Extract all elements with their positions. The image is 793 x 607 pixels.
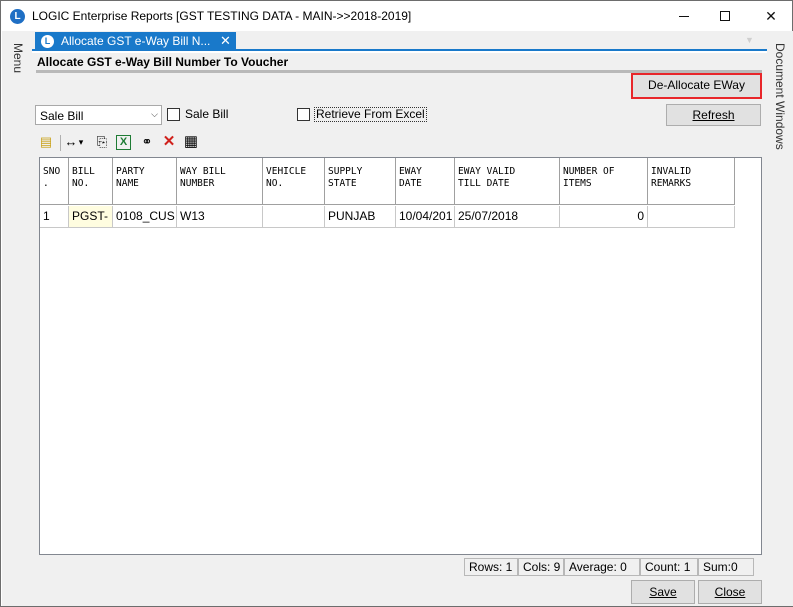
chevron-down-icon: ⌵ — [151, 109, 158, 119]
table-cell[interactable]: 25/07/2018 — [455, 206, 560, 227]
status-count: Count: 1 — [640, 558, 698, 576]
table-cell[interactable]: PGST- — [69, 206, 113, 227]
table-cell[interactable] — [263, 206, 325, 227]
tab-label: Allocate GST e-Way Bill N... — [61, 34, 211, 48]
column-header[interactable]: BILL NO. — [69, 158, 113, 205]
find-icon[interactable]: ⚭ — [138, 133, 156, 151]
table-cell[interactable]: 0108_CUS — [113, 206, 177, 227]
window-title: LOGIC Enterprise Reports [GST TESTING DA… — [32, 9, 412, 23]
maximize-button[interactable] — [702, 1, 748, 31]
table-cell[interactable]: 10/04/201 — [396, 206, 455, 227]
tab-list-dropdown-icon[interactable]: ▼ — [745, 35, 754, 45]
table-row[interactable]: 1 PGST- 0108_CUS W13 PUNJAB 10/04/201 25/07/20… — [40, 206, 735, 228]
table-cell[interactable] — [648, 206, 735, 227]
document-tab-strip: L Allocate GST e-Way Bill N... ✕ ▼ — [32, 31, 767, 51]
retrieve-from-excel-checkbox[interactable] — [297, 108, 310, 121]
close-window-button[interactable]: ✕ — [748, 1, 793, 31]
column-header[interactable]: NUMBER OF ITEMS — [560, 158, 648, 205]
document-windows-panel[interactable]: Document Windows — [767, 31, 793, 606]
grid-header: SNO . BILL NO. PARTY NAME WAY BILL NUMBER VE… — [40, 158, 735, 205]
side-menu-label: Menu — [11, 43, 25, 74]
table-cell[interactable]: 1 — [40, 206, 69, 227]
maximize-icon — [720, 11, 730, 21]
status-sum: Sum:0 — [698, 558, 754, 576]
sale-bill-checkbox[interactable] — [167, 108, 180, 121]
table-cell[interactable]: 0 — [560, 206, 648, 227]
save-button-label: Save — [649, 585, 677, 599]
grid-icon[interactable]: ▦ — [182, 133, 200, 151]
status-cols: Cols: 9 — [518, 558, 564, 576]
refresh-button-label: Refresh — [692, 108, 735, 122]
column-width-dropdown-icon[interactable]: ▾ — [77, 133, 85, 151]
voucher-type-value: Sale Bill — [40, 109, 84, 123]
table-cell[interactable]: W13 — [177, 206, 263, 227]
de-allocate-eway-button[interactable]: De-Allocate EWay — [631, 73, 762, 99]
minimize-icon — [679, 16, 689, 17]
note-icon[interactable]: ▤ — [37, 133, 55, 151]
column-header[interactable]: SUPPLY STATE — [325, 158, 396, 205]
tab-allocate-eway-bill[interactable]: L Allocate GST e-Way Bill N... ✕ — [35, 32, 236, 51]
close-icon: ✕ — [765, 8, 777, 24]
voucher-grid[interactable]: SNO . BILL NO. PARTY NAME WAY BILL NUMBER VE… — [39, 157, 762, 555]
refresh-button[interactable]: Refresh — [666, 104, 761, 126]
form-title: Allocate GST e-Way Bill Number To Vouche… — [37, 55, 289, 69]
side-menu-panel[interactable]: Menu — [2, 31, 32, 606]
document-windows-label: Document Windows — [773, 43, 787, 150]
save-button[interactable]: Save — [631, 580, 695, 604]
minimize-button[interactable] — [661, 1, 707, 31]
toolbar-separator — [60, 135, 61, 151]
column-header[interactable]: PARTY NAME — [113, 158, 177, 205]
app-window: L LOGIC Enterprise Reports [GST TESTING … — [0, 0, 793, 607]
copy-icon[interactable]: ⎘ — [93, 133, 111, 151]
close-button-label: Close — [714, 585, 746, 599]
column-header[interactable]: SNO . — [40, 158, 69, 205]
retrieve-from-excel-label[interactable]: Retrieve From Excel — [314, 107, 427, 122]
app-tab-icon: L — [41, 35, 54, 48]
app-logo-icon: L — [10, 9, 25, 24]
column-header[interactable]: INVALID REMARKS — [648, 158, 735, 205]
form-content: Allocate GST e-Way Bill Number To Vouche… — [32, 53, 767, 606]
column-header[interactable]: WAY BILL NUMBER — [177, 158, 263, 205]
column-header[interactable]: EWAY VALID TILL DATE — [455, 158, 560, 205]
close-button[interactable]: Close — [698, 580, 762, 604]
column-width-icon[interactable]: ↔ — [64, 133, 78, 151]
title-bar: L LOGIC Enterprise Reports [GST TESTING … — [1, 1, 792, 31]
excel-icon[interactable]: X — [116, 135, 131, 150]
grid-toolbar: ▤ ↔ ▾ ⎘ X ⚭ ✕ ▦ — [37, 133, 237, 153]
status-average: Average: 0 — [564, 558, 640, 576]
status-bar: Rows: 1 Cols: 9 Average: 0 Count: 1 Sum:… — [464, 558, 762, 576]
voucher-type-select[interactable]: Sale Bill ⌵ — [35, 105, 162, 125]
column-header[interactable]: EWAY DATE — [396, 158, 455, 205]
sale-bill-checkbox-label[interactable]: Sale Bill — [185, 107, 228, 121]
column-header[interactable]: VEHICLE NO. — [263, 158, 325, 205]
delete-icon[interactable]: ✕ — [160, 133, 178, 151]
tab-close-icon[interactable]: ✕ — [220, 33, 231, 49]
status-rows: Rows: 1 — [464, 558, 518, 576]
table-cell[interactable]: PUNJAB — [325, 206, 396, 227]
